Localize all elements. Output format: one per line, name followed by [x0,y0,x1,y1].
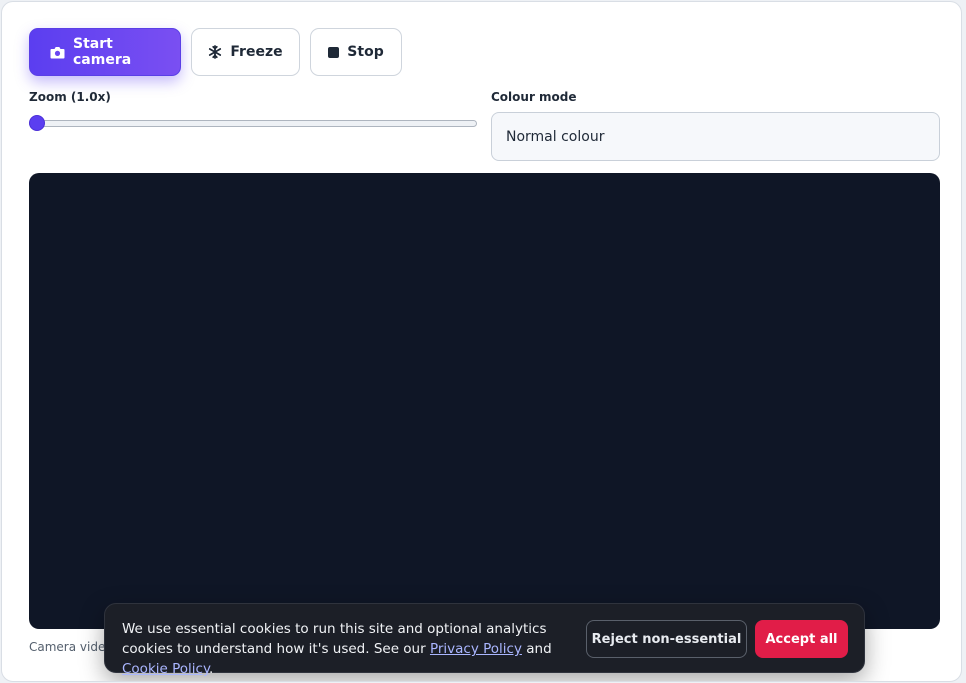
zoom-slider[interactable] [29,114,477,132]
zoom-slider-thumb[interactable] [29,115,45,131]
camera-icon [50,46,65,59]
accept-all-button[interactable]: Accept all [755,620,848,658]
cookie-text-and: and [521,641,552,657]
cookie-message: We use essential cookies to run this sit… [122,619,572,679]
freeze-label: Freeze [230,44,283,60]
cookie-text-end: . [209,661,214,677]
app-card: Start camera Freeze Stop Zoom (1.0x) Col… [1,1,962,682]
colour-mode-select[interactable]: Normal colour [491,112,940,161]
zoom-slider-track [29,120,477,127]
reject-non-essential-button[interactable]: Reject non-essential [586,620,747,658]
start-camera-button[interactable]: Start camera [29,28,181,76]
colour-mode-label: Colour mode [491,90,577,104]
camera-video [29,173,940,629]
stop-label: Stop [347,44,384,60]
snowflake-icon [208,45,222,59]
cookie-policy-link[interactable]: Cookie Policy [122,661,209,677]
start-camera-label: Start camera [73,36,132,68]
colour-mode-value: Normal colour [506,128,605,145]
zoom-label: Zoom (1.0x) [29,90,111,104]
stop-square-icon [328,46,340,58]
cookie-banner: We use essential cookies to run this sit… [104,603,865,677]
stop-button[interactable]: Stop [310,28,402,76]
freeze-button[interactable]: Freeze [191,28,300,76]
toolbar: Start camera Freeze Stop [29,28,402,76]
privacy-policy-link[interactable]: Privacy Policy [430,641,522,657]
video-caption: Camera video [29,640,113,654]
